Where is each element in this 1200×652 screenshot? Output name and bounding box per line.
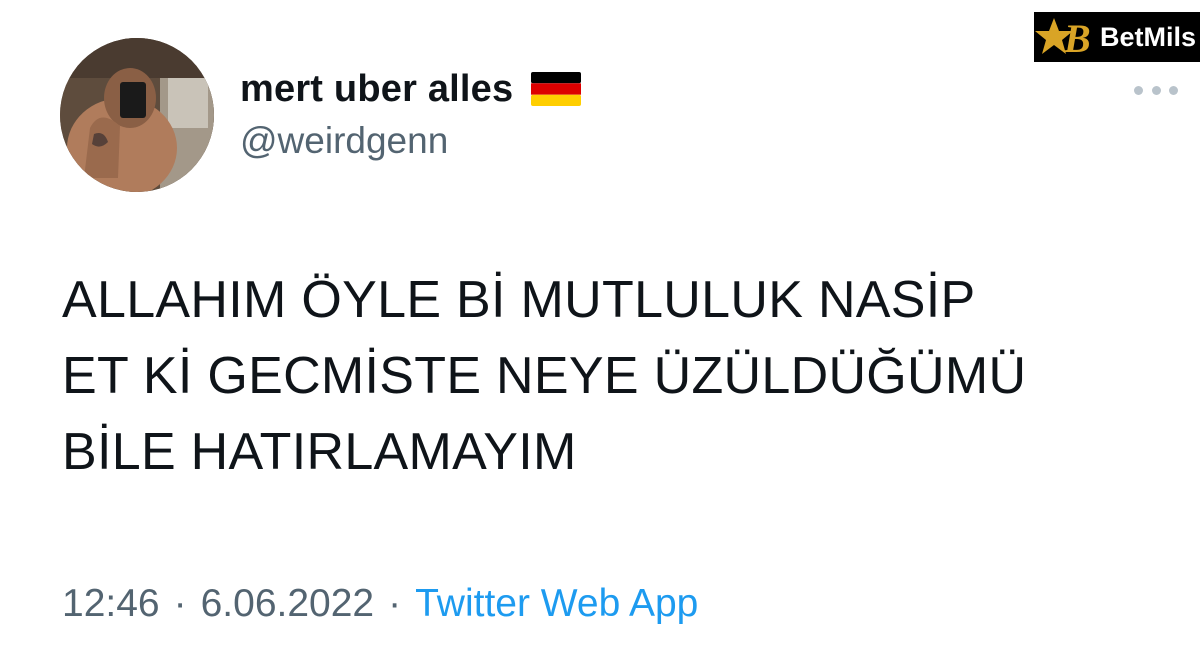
betmils-watermark-logo: B BetMils — [1034, 12, 1200, 62]
meta-separator: · — [173, 582, 187, 625]
tweet-source-link[interactable]: Twitter Web App — [415, 582, 698, 626]
betmils-star-icon: B — [1035, 16, 1091, 61]
svg-text:B: B — [1063, 16, 1091, 61]
more-dot — [1169, 85, 1178, 95]
username-handle[interactable]: @weirdgenn — [240, 120, 448, 162]
germany-flag-icon — [531, 72, 582, 106]
avatar[interactable] — [60, 38, 214, 192]
more-dot — [1134, 85, 1143, 95]
tweet-time[interactable]: 12:46 — [62, 582, 160, 626]
betmils-brand-text: BetMils — [1100, 21, 1197, 52]
meta-separator: · — [388, 582, 402, 625]
display-name[interactable]: mert uber alles — [240, 68, 513, 111]
tweet-metadata: 12:46 · 6.06.2022 · Twitter Web App — [62, 582, 698, 626]
author-name-row: mert uber alles — [240, 66, 582, 112]
tweet-date[interactable]: 6.06.2022 — [201, 582, 375, 626]
more-dot — [1151, 85, 1161, 95]
more-options-icon[interactable] — [1134, 80, 1178, 100]
tweet-text: ALLAHIM ÖYLE Bİ MUTLULUK NASİP ET Kİ GEC… — [62, 271, 1027, 481]
profile-photo — [60, 38, 214, 192]
